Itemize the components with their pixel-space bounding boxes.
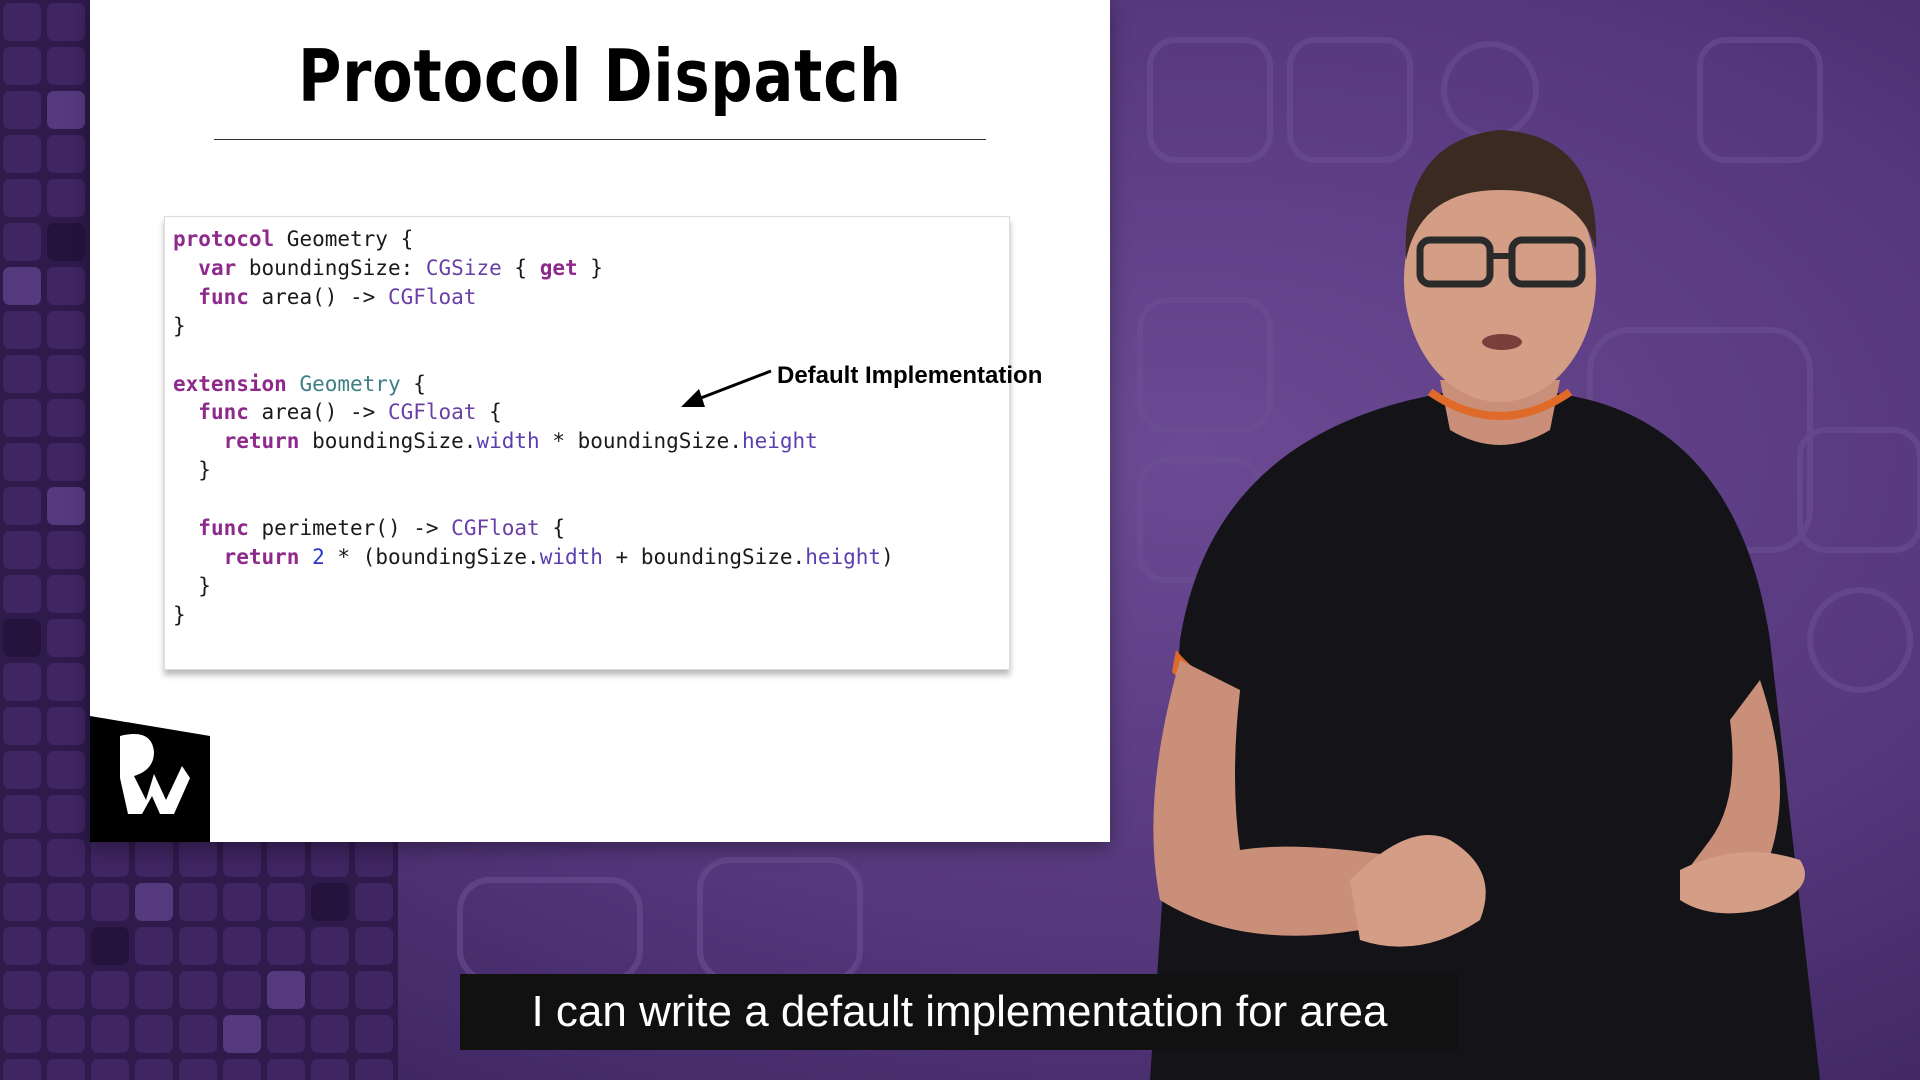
default-implementation-label: Default Implementation [777,362,1043,389]
code-token: { [400,371,426,396]
title-divider [214,139,986,140]
code-token: func [198,516,249,541]
code-line: var boundingSize: CGSize { get } [173,256,603,280]
code-token: width [539,544,603,569]
code-line: } [173,603,186,627]
code-token: height [805,544,882,569]
code-token: Geometry [299,371,401,396]
code-token: boundingSize. [299,429,477,454]
slide-title: Protocol Dispatch [298,34,902,118]
code-line: extension Geometry { [173,372,426,396]
code-line: func area() -> CGFloat { [173,400,502,425]
code-line: func perimeter() -> CGFloat { [173,516,565,540]
arrow-icon [681,369,772,407]
code-token: boundingSize: [236,255,426,280]
code-token: area() -> [248,400,388,425]
code-line: func area() -> CGFloat [173,285,476,309]
code-token: } [173,602,186,627]
code-token: 2 [312,544,325,569]
code-token: return [223,544,300,569]
code-token: CGFloat [451,516,540,541]
code-token: extension [173,371,287,396]
code-token: CGFloat [387,284,477,309]
code-token: get [539,255,578,280]
code-token: func [198,284,249,309]
code-line: } [173,574,211,598]
code-token: ) [881,544,894,569]
code-token: height [741,429,818,454]
code-token: perimeter() -> [248,516,452,541]
code-token: } [173,313,186,338]
code-token: func [198,400,249,425]
code-token: + boundingSize. [602,544,806,569]
presenter-figure [1150,130,1820,1080]
code-token: * (boundingSize. [324,544,540,569]
code-line: } [173,458,211,482]
code-token: protocol [173,227,275,251]
subtitle-caption: I can write a default implementation for… [460,974,1459,1050]
raywenderlich-logo-icon [90,716,210,842]
code-line: return boundingSize.width * boundingSize… [173,429,818,453]
slide: Protocol Dispatch protocol Geometry { va… [90,0,1110,842]
code-token: Geometry { [274,227,414,251]
code-token: } [173,573,211,598]
code-listing: protocol Geometry { var boundingSize: CG… [173,225,894,630]
code-line: protocol Geometry { [173,227,413,251]
code-token: { [476,400,502,425]
code-line: return 2 * (boundingSize.width + boundin… [173,545,894,569]
code-token: var [198,255,237,280]
code-token: CGSize [425,255,502,280]
code-token: area() -> [248,284,388,309]
code-token: { [501,255,540,280]
code-line: } [173,314,186,338]
code-token: return [223,429,300,454]
code-token: * boundingSize. [539,429,742,454]
code-token: CGFloat [387,400,477,425]
code-token: { [539,516,565,541]
code-block: protocol Geometry { var boundingSize: CG… [164,216,1042,670]
code-token: } [577,255,603,280]
code-token: } [173,458,211,483]
code-token: width [476,429,540,454]
